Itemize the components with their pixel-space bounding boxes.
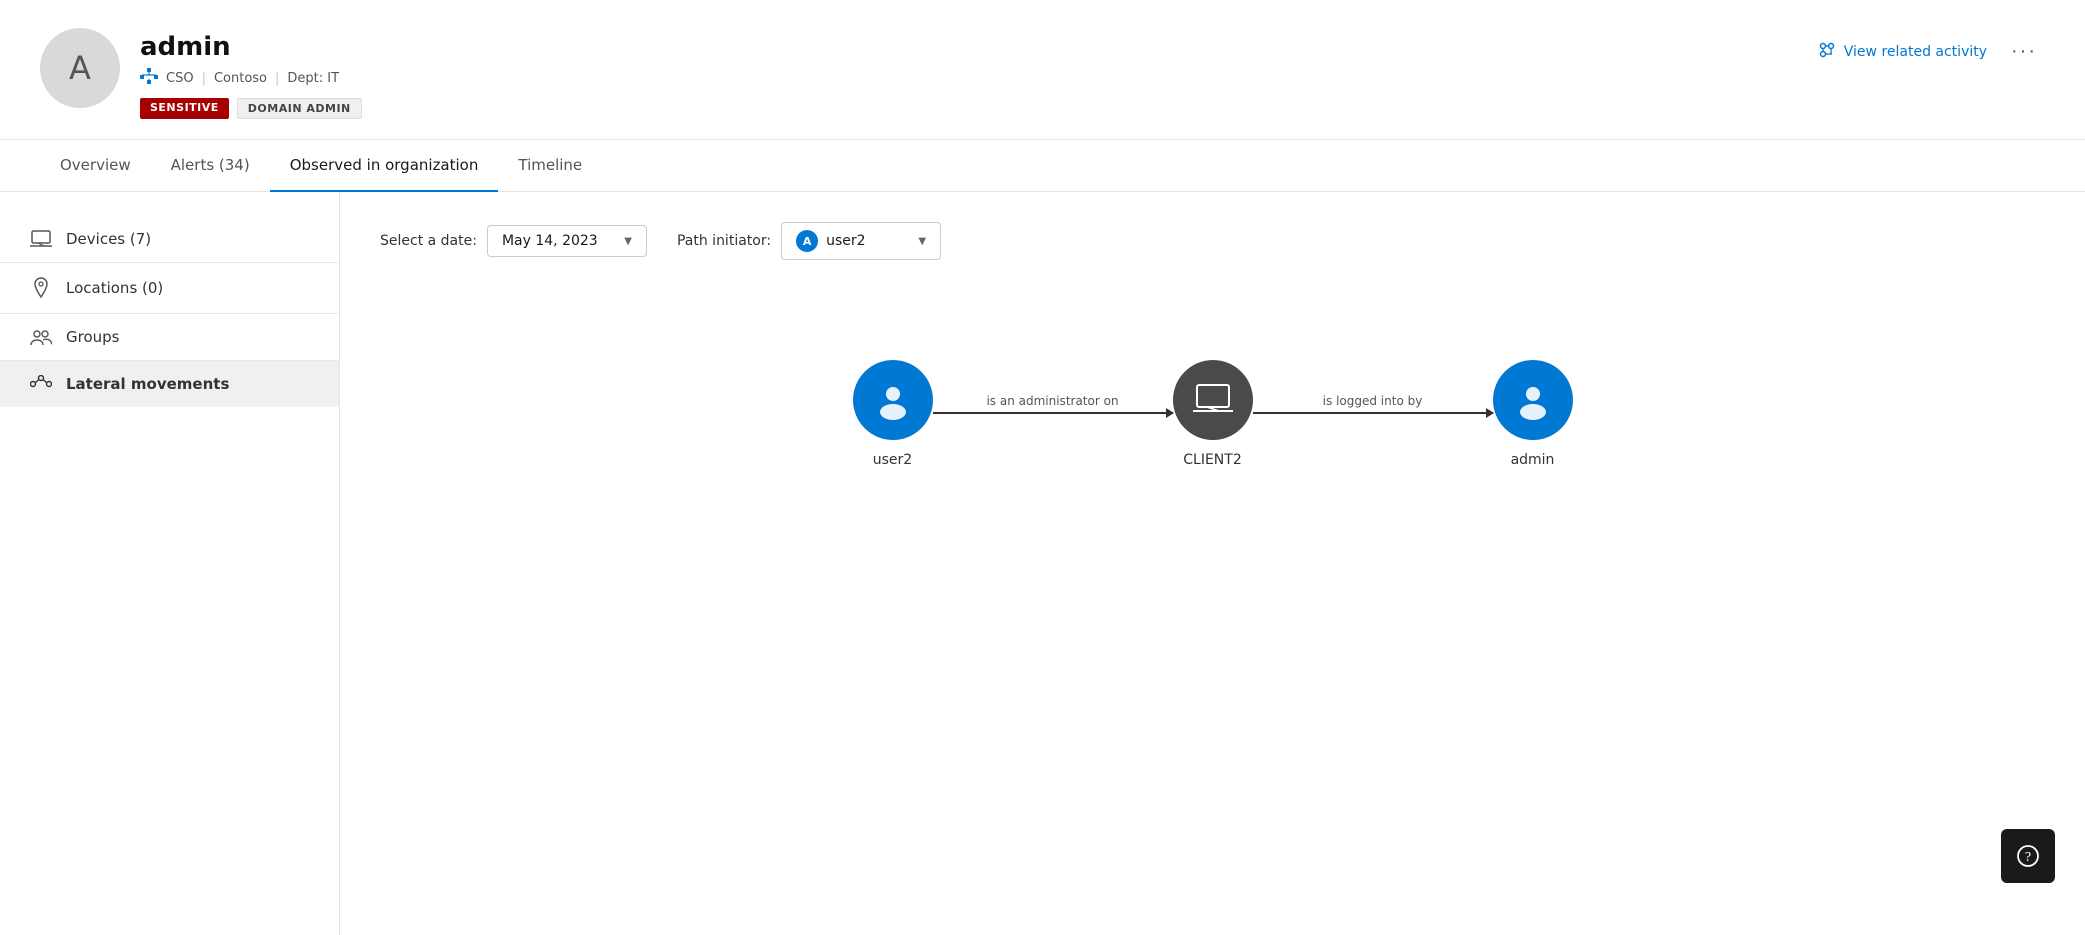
user-profile-section: A admin CSO bbox=[40, 28, 362, 119]
tab-observed[interactable]: Observed in organization bbox=[270, 140, 499, 192]
user-info: admin CSO | bbox=[140, 28, 362, 119]
right-panel: Select a date: May 14, 2023 ▼ Path initi… bbox=[340, 192, 2085, 935]
sidebar-item-groups[interactable]: Groups bbox=[0, 313, 339, 360]
client2-node-label: CLIENT2 bbox=[1183, 452, 1241, 468]
groups-icon bbox=[30, 328, 52, 346]
badges: SENSITIVE DOMAIN ADMIN bbox=[140, 98, 362, 119]
graph-node-client2[interactable]: CLIENT2 bbox=[1173, 360, 1253, 468]
graph-node-admin[interactable]: admin bbox=[1493, 360, 1573, 468]
sidebar-item-lateral[interactable]: Lateral movements bbox=[0, 360, 339, 407]
user2-node-circle bbox=[853, 360, 933, 440]
date-filter-group: Select a date: May 14, 2023 ▼ bbox=[380, 225, 647, 257]
date-filter-label: Select a date: bbox=[380, 233, 477, 249]
laptop-icon bbox=[30, 230, 52, 248]
initiator-filter-label: Path initiator: bbox=[677, 233, 771, 249]
related-activity-icon bbox=[1818, 41, 1836, 63]
user-meta: CSO | Contoso | Dept: IT bbox=[140, 68, 362, 88]
user-name: admin bbox=[140, 32, 362, 62]
sidebar-item-locations[interactable]: Locations (0) bbox=[0, 262, 339, 313]
edge-label-1: is an administrator on bbox=[986, 394, 1118, 408]
header-actions: View related activity ··· bbox=[1818, 28, 2045, 67]
help-button[interactable]: ? bbox=[2001, 829, 2055, 883]
sidebar-label-groups: Groups bbox=[66, 328, 119, 346]
tab-alerts[interactable]: Alerts (34) bbox=[151, 140, 270, 192]
badge-domain-admin: DOMAIN ADMIN bbox=[237, 98, 362, 119]
left-sidebar: Devices (7) Locations (0) Groups bbox=[0, 192, 340, 935]
initiator-select[interactable]: A user2 ▼ bbox=[781, 222, 941, 260]
client2-node-circle bbox=[1173, 360, 1253, 440]
tab-overview[interactable]: Overview bbox=[40, 140, 151, 192]
view-related-label: View related activity bbox=[1844, 44, 1987, 60]
avatar: A bbox=[40, 28, 120, 108]
chevron-down-icon: ▼ bbox=[624, 236, 632, 247]
lateral-icon bbox=[30, 375, 52, 393]
admin-node-label: admin bbox=[1511, 452, 1555, 468]
initiator-filter-group: Path initiator: A user2 ▼ bbox=[677, 222, 941, 260]
date-value: May 14, 2023 bbox=[502, 233, 598, 249]
sidebar-label-lateral: Lateral movements bbox=[66, 375, 229, 393]
lateral-movement-graph: user2 is an administrator on bbox=[853, 360, 1573, 468]
admin-node-circle bbox=[1493, 360, 1573, 440]
initiator-value: user2 bbox=[826, 233, 865, 249]
initiator-avatar: A bbox=[796, 230, 818, 252]
edge-label-2: is logged into by bbox=[1323, 394, 1423, 408]
view-related-activity-button[interactable]: View related activity bbox=[1818, 41, 1987, 63]
graph-area: user2 is an administrator on bbox=[380, 300, 2045, 528]
tab-navigation: Overview Alerts (34) Observed in organiz… bbox=[0, 140, 2085, 192]
badge-sensitive: SENSITIVE bbox=[140, 98, 229, 119]
dept-label: Dept: IT bbox=[287, 71, 339, 86]
cso-label: CSO bbox=[166, 71, 194, 86]
chevron-down-icon-2: ▼ bbox=[918, 236, 926, 247]
svg-text:?: ? bbox=[2025, 850, 2031, 865]
sidebar-item-devices[interactable]: Devices (7) bbox=[0, 216, 339, 262]
filters-row: Select a date: May 14, 2023 ▼ Path initi… bbox=[380, 222, 2045, 260]
graph-node-user2[interactable]: user2 bbox=[853, 360, 933, 468]
location-icon bbox=[30, 277, 52, 299]
sidebar-label-locations: Locations (0) bbox=[66, 279, 163, 297]
page-header: A admin CSO bbox=[0, 0, 2085, 140]
org-icon bbox=[140, 68, 158, 88]
tab-timeline[interactable]: Timeline bbox=[498, 140, 602, 192]
company-label: Contoso bbox=[214, 71, 267, 86]
more-options-button[interactable]: ··· bbox=[2003, 36, 2045, 67]
main-content: Devices (7) Locations (0) Groups bbox=[0, 192, 2085, 935]
date-select[interactable]: May 14, 2023 ▼ bbox=[487, 225, 647, 257]
sidebar-label-devices: Devices (7) bbox=[66, 230, 151, 248]
user2-node-label: user2 bbox=[873, 452, 912, 468]
